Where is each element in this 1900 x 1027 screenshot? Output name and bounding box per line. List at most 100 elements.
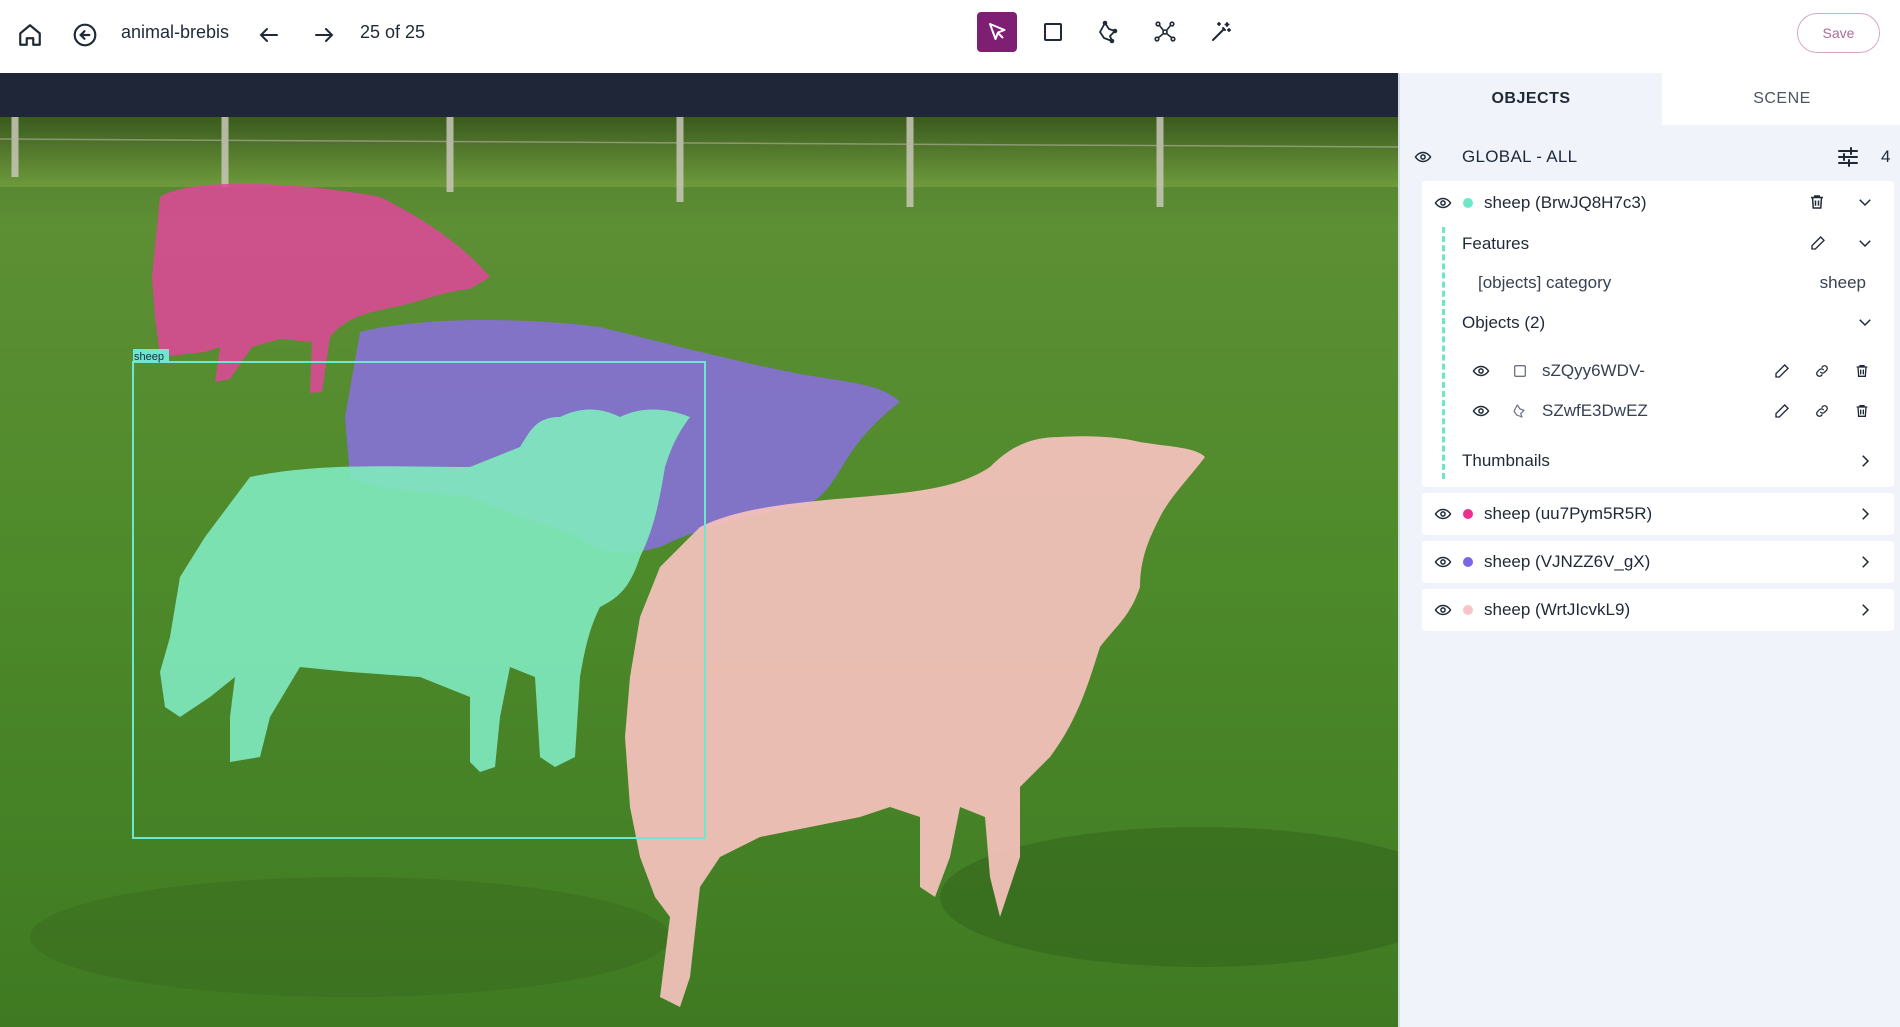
magic-wand-icon [1212, 22, 1231, 41]
global-label: GLOBAL - ALL [1462, 147, 1578, 166]
object-color-dot [1463, 605, 1473, 615]
tab-scene[interactable]: SCENE [1662, 73, 1900, 125]
objects-heading[interactable]: Objects (2) [1462, 313, 1545, 333]
cursor-arrow-icon [989, 23, 1006, 40]
magic-wand-tool[interactable] [1201, 12, 1241, 52]
trash-icon [1811, 195, 1823, 209]
pencil-icon [1775, 364, 1789, 378]
delete-child-button[interactable] [1854, 363, 1870, 379]
tree-connector [1442, 227, 1445, 479]
save-button[interactable]: Save [1797, 13, 1880, 53]
select-tool[interactable] [977, 12, 1017, 52]
child-object-name[interactable]: SZwfE3DwEZ [1542, 401, 1648, 421]
delete-object-button[interactable] [1808, 193, 1826, 211]
bbox-label: sheep [134, 351, 164, 363]
filter-settings-button[interactable] [1836, 145, 1860, 169]
previous-item-button[interactable] [250, 16, 288, 54]
keypoints-tool[interactable] [1145, 12, 1185, 52]
rectangle-tool[interactable] [1033, 12, 1073, 52]
box-icon [1512, 363, 1528, 379]
objects-panel: OBJECTS SCENE GLOBAL - ALL 4 sheep (BrwJ… [1398, 73, 1900, 1027]
thumbnails-heading[interactable]: Thumbnails [1462, 451, 1550, 471]
pencil-icon [1811, 236, 1825, 250]
chevron-down-icon [1859, 240, 1871, 248]
object-color-dot [1463, 198, 1473, 208]
expand-object-button[interactable] [1856, 505, 1874, 523]
link-child-button[interactable] [1814, 403, 1830, 419]
arrow-right-icon [315, 28, 334, 42]
pencil-icon [1775, 404, 1789, 418]
keypoints-icon [1154, 21, 1176, 42]
arrow-left-circle-icon [73, 23, 97, 47]
link-child-button[interactable] [1814, 363, 1830, 379]
home-icon [19, 24, 41, 46]
back-button[interactable] [66, 16, 104, 54]
eye-icon [1472, 365, 1490, 377]
object-color-dot [1463, 509, 1473, 519]
object-color-dot [1463, 557, 1473, 567]
edit-child-button[interactable] [1774, 403, 1790, 419]
object-title[interactable]: sheep (uu7Pym5R5R) [1484, 504, 1652, 524]
chevron-right-icon [1862, 556, 1870, 568]
collapse-object-button[interactable] [1856, 193, 1874, 211]
object-card[interactable]: sheep (WrtJIcvkL9) [1422, 589, 1894, 631]
child-object-name[interactable]: sZQyy6WDV- [1542, 361, 1645, 381]
edit-features-button[interactable] [1810, 235, 1826, 251]
trash-icon [1856, 405, 1868, 417]
eye-icon [1434, 508, 1452, 520]
eye-icon [1434, 556, 1452, 568]
feature-value: sheep [1819, 273, 1866, 292]
home-button[interactable] [11, 16, 49, 54]
object-title[interactable]: sheep (BrwJQ8H7c3) [1484, 193, 1647, 213]
tab-objects[interactable]: OBJECTS [1400, 73, 1662, 125]
object-card-expanded: sheep (BrwJQ8H7c3) Features [objects] ca… [1422, 181, 1894, 487]
global-visibility-toggle[interactable] [1414, 148, 1432, 166]
annotation-canvas[interactable]: sheep [0, 73, 1398, 1027]
feature-key: [objects] category [1478, 273, 1612, 292]
object-visibility-toggle[interactable] [1434, 601, 1452, 619]
item-position: 25 of 25 [360, 22, 426, 42]
expand-object-button[interactable] [1856, 601, 1874, 619]
annotated-image[interactable]: sheep [0, 117, 1398, 1027]
top-toolbar: animal-brebis 25 of 25 Save [0, 0, 1900, 73]
edit-child-button[interactable] [1774, 363, 1790, 379]
object-visibility-toggle[interactable] [1434, 505, 1452, 523]
arrow-left-icon [259, 28, 278, 42]
dataset-name: animal-brebis [121, 22, 230, 42]
delete-child-button[interactable] [1854, 403, 1870, 419]
global-row: GLOBAL - ALL 4 [1414, 143, 1900, 173]
chevron-down-icon [1859, 199, 1871, 207]
chevron-right-icon [1862, 508, 1870, 520]
expand-object-button[interactable] [1856, 553, 1874, 571]
global-count: 4 [1881, 147, 1891, 166]
next-item-button[interactable] [305, 16, 343, 54]
object-visibility-toggle[interactable] [1434, 194, 1452, 212]
child-visibility-toggle[interactable] [1472, 402, 1490, 420]
eye-icon [1414, 151, 1432, 163]
chevron-right-icon [1862, 455, 1870, 467]
thumbnails-expand-button[interactable] [1856, 452, 1874, 470]
features-heading[interactable]: Features [1462, 234, 1529, 254]
objects-collapse-button[interactable] [1856, 313, 1874, 331]
polygon-icon [1099, 20, 1118, 44]
features-collapse-button[interactable] [1856, 234, 1874, 252]
object-card[interactable]: sheep (uu7Pym5R5R) [1422, 493, 1894, 535]
object-visibility-toggle[interactable] [1434, 553, 1452, 571]
child-visibility-toggle[interactable] [1472, 362, 1490, 380]
object-card[interactable]: sheep (VJNZZ6V_gX) [1422, 541, 1894, 583]
object-title[interactable]: sheep (WrtJIcvkL9) [1484, 600, 1630, 620]
square-icon [1044, 23, 1062, 41]
eye-icon [1434, 197, 1452, 209]
trash-icon [1856, 365, 1868, 377]
polygon-icon [1512, 403, 1528, 419]
link-icon [1816, 365, 1828, 377]
panel-tabs: OBJECTS SCENE [1400, 73, 1900, 125]
sliders-icon [1838, 147, 1858, 167]
chevron-down-icon [1859, 319, 1871, 327]
link-icon [1816, 405, 1828, 417]
eye-icon [1434, 604, 1452, 616]
object-title[interactable]: sheep (VJNZZ6V_gX) [1484, 552, 1650, 572]
eye-icon [1472, 405, 1490, 417]
chevron-right-icon [1862, 604, 1870, 616]
polygon-tool[interactable] [1089, 12, 1129, 52]
